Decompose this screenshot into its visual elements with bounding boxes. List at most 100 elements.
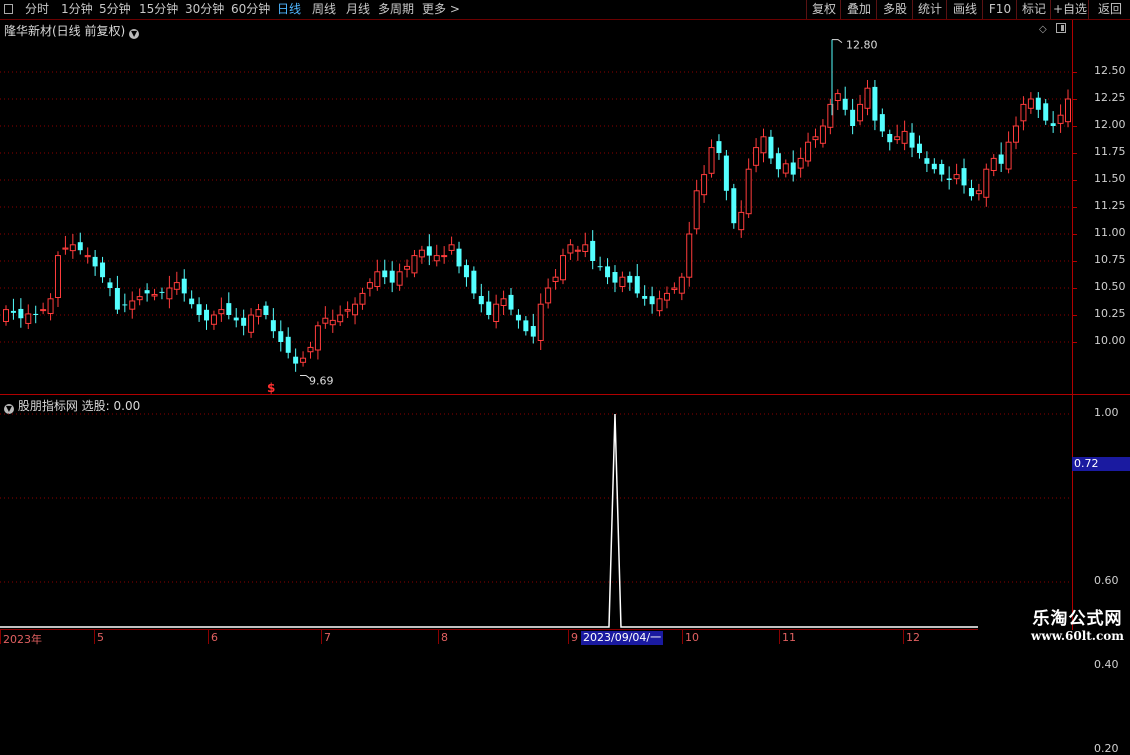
candle xyxy=(293,348,299,372)
tab-period-1[interactable]: 1分钟 xyxy=(61,0,93,19)
candle xyxy=(545,278,552,309)
tab-period-4[interactable]: 30分钟 xyxy=(185,0,224,19)
candle xyxy=(879,108,885,138)
candle xyxy=(404,259,411,278)
candle xyxy=(181,269,187,302)
candle xyxy=(731,183,737,229)
candle xyxy=(352,297,359,325)
tab-period-2[interactable]: 5分钟 xyxy=(99,0,131,19)
y-tick-mark xyxy=(1073,342,1077,343)
candle xyxy=(716,134,722,160)
candle xyxy=(1057,104,1064,133)
tab-period-7[interactable]: 周线 xyxy=(312,0,336,19)
candle xyxy=(1020,96,1027,131)
tab-period-6[interactable]: 日线 xyxy=(277,0,301,19)
toolbar-button-3[interactable]: 统计 xyxy=(912,0,947,19)
current-value-badge: 0.72 xyxy=(1072,457,1130,471)
candle xyxy=(894,124,901,144)
candle xyxy=(842,86,848,116)
low-price-label: 9.69 xyxy=(309,374,334,387)
toolbar-button-8[interactable]: 返回 xyxy=(1088,0,1130,19)
candle xyxy=(344,301,351,319)
watermark-url: www.60lt.com xyxy=(1031,629,1124,643)
tab-period-5[interactable]: 60分钟 xyxy=(231,0,270,19)
indicator-y-tick: 0.60 xyxy=(1094,574,1119,587)
candle xyxy=(671,282,678,294)
x-tick-mark xyxy=(0,630,1,644)
candle xyxy=(642,285,648,306)
candle xyxy=(114,275,120,314)
candle xyxy=(448,236,455,255)
candle xyxy=(968,179,974,201)
x-axis-label: 10 xyxy=(685,631,699,644)
y-tick-mark xyxy=(1073,207,1077,208)
candle xyxy=(433,244,440,267)
candle xyxy=(567,239,574,260)
tab-period-10[interactable]: 更多 > xyxy=(422,0,460,19)
candle xyxy=(226,292,232,320)
candle xyxy=(775,147,781,178)
candle xyxy=(1027,92,1034,114)
high-price-label: 12.80 xyxy=(846,39,878,52)
candle xyxy=(307,341,314,359)
toolbar-button-2[interactable]: 多股 xyxy=(876,0,913,19)
candlestick-chart[interactable]: 12.80 9.69 $ xyxy=(0,20,1130,395)
toolbar-button-1[interactable]: 叠加 xyxy=(840,0,877,19)
candle xyxy=(693,180,700,235)
cursor-date-label: 2023/09/04/一 xyxy=(581,631,664,645)
candle xyxy=(939,159,945,182)
x-tick-mark xyxy=(321,630,322,644)
candle xyxy=(605,258,611,285)
x-axis-label: 5 xyxy=(97,631,104,644)
candle xyxy=(300,351,307,367)
x-tick-mark xyxy=(94,630,95,644)
candle xyxy=(478,283,484,313)
candle xyxy=(924,151,930,173)
toolbar-button-5[interactable]: F10 xyxy=(982,0,1017,19)
candle xyxy=(953,163,960,185)
cursor-date-text: 2023/09/04/一 xyxy=(583,631,662,644)
candle xyxy=(84,247,91,264)
indicator-y-tick: 0.20 xyxy=(1094,742,1119,755)
candle xyxy=(374,259,381,291)
candle xyxy=(40,302,47,315)
candle xyxy=(233,308,239,328)
candle xyxy=(25,304,32,330)
candle xyxy=(574,245,581,261)
toolbar-button-4[interactable]: 画线 xyxy=(946,0,983,19)
x-tick-mark xyxy=(682,630,683,644)
watermark-title: 乐淘公式网 xyxy=(1032,609,1123,629)
tab-period-8[interactable]: 月线 xyxy=(346,0,370,19)
watermark: 乐淘公式网 www.60lt.com xyxy=(1031,604,1124,643)
tab-period-9[interactable]: 多周期 xyxy=(378,0,414,19)
indicator-chart[interactable] xyxy=(0,395,1130,630)
candle xyxy=(1065,89,1071,128)
x-axis-label: 7 xyxy=(324,631,331,644)
main-y-tick: 12.50 xyxy=(1094,64,1126,77)
candle xyxy=(634,264,640,298)
menu-square-icon[interactable] xyxy=(4,4,13,14)
candle xyxy=(515,309,521,329)
candle xyxy=(337,305,344,327)
candle xyxy=(975,183,982,201)
x-axis-label: 12 xyxy=(906,631,920,644)
tab-period-3[interactable]: 15分钟 xyxy=(139,0,178,19)
candle xyxy=(857,94,864,126)
candle xyxy=(47,293,54,321)
toolbar-button-7[interactable]: +自选 xyxy=(1050,0,1089,19)
main-y-tick: 10.00 xyxy=(1094,334,1126,347)
toolbar-button-0[interactable]: 复权 xyxy=(806,0,841,19)
candle xyxy=(946,166,952,190)
candle xyxy=(656,290,663,317)
y-tick-mark xyxy=(1073,99,1077,100)
toolbar-button-6[interactable]: 标记 xyxy=(1016,0,1051,19)
candle xyxy=(552,268,559,290)
tab-period-0[interactable]: 分时 xyxy=(25,0,49,19)
candle xyxy=(768,129,774,165)
candle xyxy=(382,259,388,285)
indicator-line xyxy=(0,413,978,628)
candle xyxy=(1035,92,1041,119)
candle xyxy=(366,278,373,297)
candle xyxy=(790,150,796,182)
candle xyxy=(738,200,745,238)
